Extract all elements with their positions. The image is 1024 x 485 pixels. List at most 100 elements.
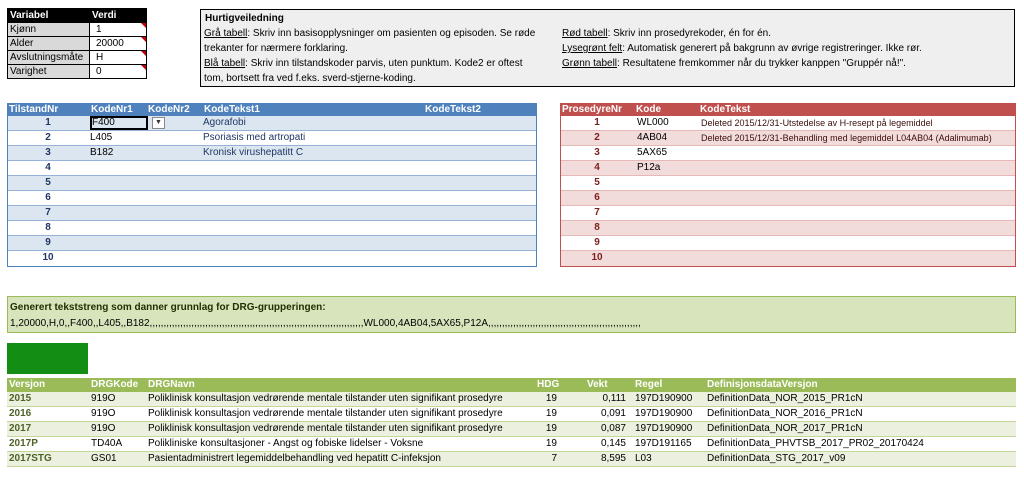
table-row: 1 WL000 Deleted 2015/12/31-Utstedelse av…	[561, 116, 1015, 131]
dropdown-arrow-icon[interactable]: ▼	[152, 117, 165, 129]
row-number: 9	[45, 237, 51, 248]
table-row: 7	[561, 206, 1015, 221]
result-definition-version: DefinitionData_NOR_2016_PR1cN	[707, 408, 863, 419]
row-number: 4	[45, 162, 51, 173]
result-hdg: 19	[545, 408, 557, 419]
row-number: 7	[594, 207, 600, 218]
value-header: Verdi	[89, 8, 147, 23]
result-drg-name: Poliklinisk konsultasjon vedrørende ment…	[148, 423, 503, 434]
variable-label-alder: Alder	[7, 36, 90, 51]
table-row: 5	[561, 176, 1015, 191]
variable-header: Variabel	[7, 8, 90, 23]
col-drgkode: DRGKode	[91, 379, 139, 390]
result-drg-name: Pasientadministrert legemiddelbehandling…	[148, 453, 441, 464]
guide-title: Hurtigveiledning	[205, 13, 284, 24]
col-hdg: HDG	[537, 379, 560, 390]
variable-value-kjonn[interactable]: 1	[89, 22, 147, 37]
comment-indicator-icon[interactable]	[141, 37, 146, 42]
guide-right-column: Rød tabell: Skriv inn prosedyrekoder, én…	[562, 26, 1012, 71]
col-kodenr2: KodeNr2	[148, 104, 190, 115]
result-rule: 197D190900	[635, 423, 693, 434]
table-row: 2015 919O Poliklinisk konsultasjon vedrø…	[7, 392, 1016, 407]
diagnosis-table-header: TilstandNr KodeNr1 KodeNr2 KodeTekst1 Ko…	[7, 103, 537, 116]
procedure-code-cell[interactable]: 5AX65	[637, 146, 667, 160]
result-version: 2016	[9, 408, 32, 419]
generated-string-value: 1,20000,H,0,,F400,,L405,,B182,,,,,,,,,,,…	[10, 318, 641, 329]
result-drg-code: 919O	[91, 423, 116, 434]
result-version: 2015	[9, 393, 32, 404]
col-drgnavn: DRGNavn	[148, 379, 195, 390]
comment-indicator-icon[interactable]	[141, 51, 146, 56]
result-version: 2017P	[9, 438, 38, 449]
result-drg-code: TD40A	[91, 438, 123, 449]
col-kodetekst1: KodeTekst1	[204, 104, 260, 115]
row-number: 6	[594, 192, 600, 203]
col-kodenr1: KodeNr1	[91, 104, 133, 115]
result-hdg: 19	[545, 423, 557, 434]
result-weight: 0,091	[600, 408, 626, 419]
col-regel: Regel	[635, 379, 663, 390]
result-drg-name: Poliklinisk konsultasjon vedrørende ment…	[148, 393, 503, 404]
table-row: 8	[8, 221, 536, 236]
comment-indicator-icon[interactable]	[141, 23, 146, 28]
row-number: 7	[45, 207, 51, 218]
table-row: 8	[561, 221, 1015, 236]
row-number: 2	[45, 132, 51, 143]
variable-label-avslutningsmate: Avslutningsmåte	[7, 50, 90, 65]
table-row: 2 L405 Psoriasis med artropati	[8, 131, 536, 146]
comment-indicator-icon[interactable]	[141, 65, 146, 70]
table-row: 4 P12a	[561, 161, 1015, 176]
variable-value-alder[interactable]: 20000	[89, 36, 147, 51]
results-table: 2015 919O Poliklinisk konsultasjon vedrø…	[7, 392, 1016, 467]
diagnosis-code1-cell[interactable]: B182	[90, 146, 113, 160]
table-row: 9	[8, 236, 536, 251]
result-drg-code: 919O	[91, 393, 116, 404]
table-row: 3 B182 Kronisk virushepatitt C	[8, 146, 536, 161]
result-definition-version: DefinitionData_PHVTSB_2017_PR02_20170424	[707, 438, 924, 449]
result-hdg: 19	[545, 438, 557, 449]
quick-guide: Hurtigveiledning Grå tabell: Skriv inn b…	[200, 9, 1015, 87]
guide-item-green-table: Grønn tabell: Resultatene fremkommer når…	[562, 58, 906, 69]
table-row: 6	[8, 191, 536, 206]
result-drg-code: 919O	[91, 408, 116, 419]
table-row: 9	[561, 236, 1015, 251]
generated-string-title: Generert tekststreng som danner grunnlag…	[10, 302, 326, 313]
procedure-code-cell[interactable]: 4AB04	[637, 131, 667, 145]
row-number: 8	[45, 222, 51, 233]
procedure-code-cell[interactable]: WL000	[637, 116, 669, 130]
variable-value-varighet[interactable]: 0	[89, 64, 147, 79]
col-prosedyrenr: ProsedyreNr	[562, 104, 623, 115]
generated-string-box: Generert tekststreng som danner grunnlag…	[7, 296, 1016, 333]
result-weight: 0,087	[600, 423, 626, 434]
diagnosis-code1-cell[interactable]: L405	[90, 131, 112, 145]
row-number: 2	[594, 132, 600, 143]
variable-label-kjonn: Kjønn	[7, 22, 90, 37]
table-row: 6	[561, 191, 1015, 206]
col-kodetekst2: KodeTekst2	[425, 104, 481, 115]
diagnosis-text-cell: Kronisk virushepatitt C	[203, 147, 304, 158]
row-number: 1	[594, 117, 600, 128]
col-kode: Kode	[636, 104, 661, 115]
row-number: 10	[42, 252, 54, 263]
variable-value-avslutningsmate[interactable]: H	[89, 50, 147, 65]
col-kodetekst: KodeTekst	[700, 104, 751, 115]
result-rule: 197D191165	[635, 438, 692, 449]
procedure-code-cell[interactable]: P12a	[637, 161, 660, 175]
guide-item-blue-table: Blå tabell: Skriv inn tilstandskoder par…	[204, 58, 523, 84]
table-row: 10	[8, 251, 536, 266]
group-now-button[interactable]	[7, 343, 88, 374]
result-version: 2017	[9, 423, 32, 434]
diagnosis-code1-cell[interactable]: F400	[92, 116, 115, 130]
guide-item-grey-table: Grå tabell: Skriv inn basisopplysninger …	[204, 28, 536, 54]
guide-left-column: Grå tabell: Skriv inn basisopplysninger …	[204, 26, 544, 86]
result-rule: 197D190900	[635, 408, 693, 419]
row-number: 5	[594, 177, 600, 188]
procedure-table: 1 WL000 Deleted 2015/12/31-Utstedelse av…	[560, 116, 1016, 267]
result-drg-code: GS01	[91, 453, 117, 464]
result-weight: 0,111	[602, 393, 626, 404]
table-row: 2016 919O Poliklinisk konsultasjon vedrø…	[7, 407, 1016, 422]
table-row: 5	[8, 176, 536, 191]
row-number: 8	[594, 222, 600, 233]
row-number: 9	[594, 237, 600, 248]
table-row: 2017STG GS01 Pasientadministrert legemid…	[7, 452, 1016, 467]
